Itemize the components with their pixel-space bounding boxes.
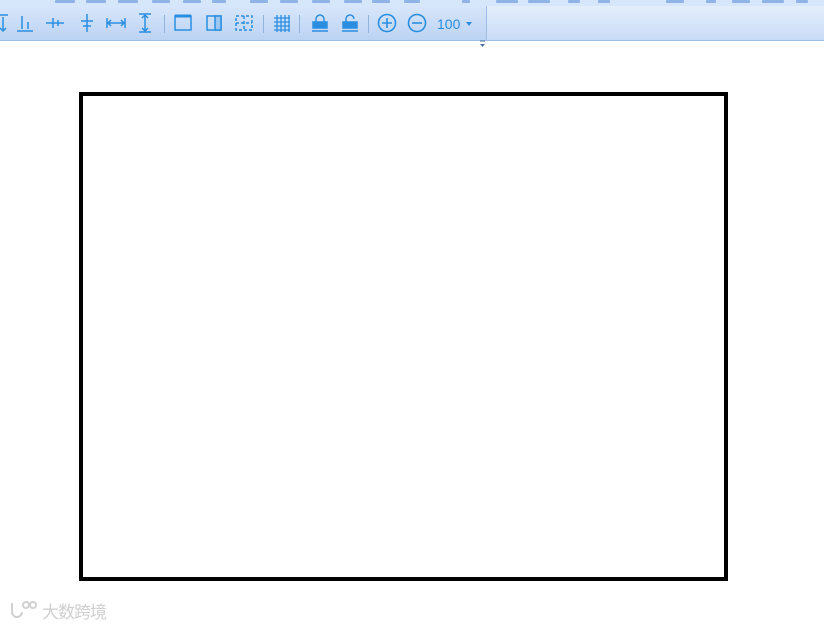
- partial-toolbar-icon: [250, 0, 268, 3]
- partial-toolbar-icon: [344, 0, 362, 3]
- unlock-icon[interactable]: [339, 12, 361, 34]
- toolbar-separator: [299, 15, 300, 33]
- partial-toolbar-icon: [312, 0, 330, 3]
- partial-toolbar-icon: [568, 0, 580, 3]
- partial-toolbar-icon: [183, 0, 201, 3]
- partial-toolbar-icon: [598, 0, 610, 3]
- partial-toolbar-icon: [496, 0, 518, 3]
- align-horizontal-center-icon[interactable]: [76, 12, 98, 34]
- report-canvas-frame[interactable]: [79, 92, 728, 581]
- partial-toolbar-icon: [55, 0, 75, 3]
- half-frame-icon[interactable]: [203, 12, 225, 34]
- zoom-in-icon[interactable]: [376, 12, 398, 34]
- align-bottom-icon[interactable]: [14, 12, 36, 34]
- frame-icon[interactable]: [172, 12, 194, 34]
- partial-toolbar-icon: [666, 0, 684, 3]
- partial-toolbar-icon: [118, 0, 138, 3]
- partial-toolbar-icon: [152, 0, 170, 3]
- chevron-down-icon: [466, 22, 472, 26]
- toolbar-separator: [164, 15, 165, 33]
- watermark: 大数跨境: [8, 598, 107, 623]
- partial-toolbar-icon: [212, 0, 226, 3]
- partial-toolbar-icon: [462, 0, 470, 3]
- partial-toolbar-icon: [404, 0, 420, 3]
- toolbar-overflow-grip-icon[interactable]: [479, 33, 486, 47]
- partial-toolbar-icon: [528, 0, 550, 3]
- align-vertical-center-icon[interactable]: [44, 12, 66, 34]
- partial-toolbar-icon: [86, 0, 106, 3]
- zoom-level-value: 100: [437, 16, 461, 32]
- grid-icon[interactable]: [271, 12, 293, 34]
- partial-toolbar-icon: [762, 0, 784, 3]
- toolbar-separator: [263, 15, 264, 33]
- zoom-out-icon[interactable]: [406, 12, 428, 34]
- lock-icon[interactable]: [309, 12, 331, 34]
- watermark-text: 大数跨境: [42, 602, 107, 623]
- same-width-icon[interactable]: [105, 12, 127, 34]
- partial-toolbar-icon: [796, 0, 808, 3]
- partial-toolbar-icon: [706, 0, 716, 3]
- zoom-level-dropdown[interactable]: 100: [434, 15, 478, 33]
- layout-toolbar: 100: [0, 6, 487, 47]
- align-top-icon[interactable]: [0, 12, 14, 34]
- toolbar-separator: [368, 15, 369, 33]
- partial-toolbar-icon: [280, 0, 298, 3]
- partial-toolbar-icon: [372, 0, 390, 3]
- same-height-icon[interactable]: [134, 12, 156, 34]
- dashed-frame-icon[interactable]: [233, 12, 255, 34]
- partial-toolbar-icon: [732, 0, 750, 3]
- watermark-logo-icon: [11, 601, 37, 618]
